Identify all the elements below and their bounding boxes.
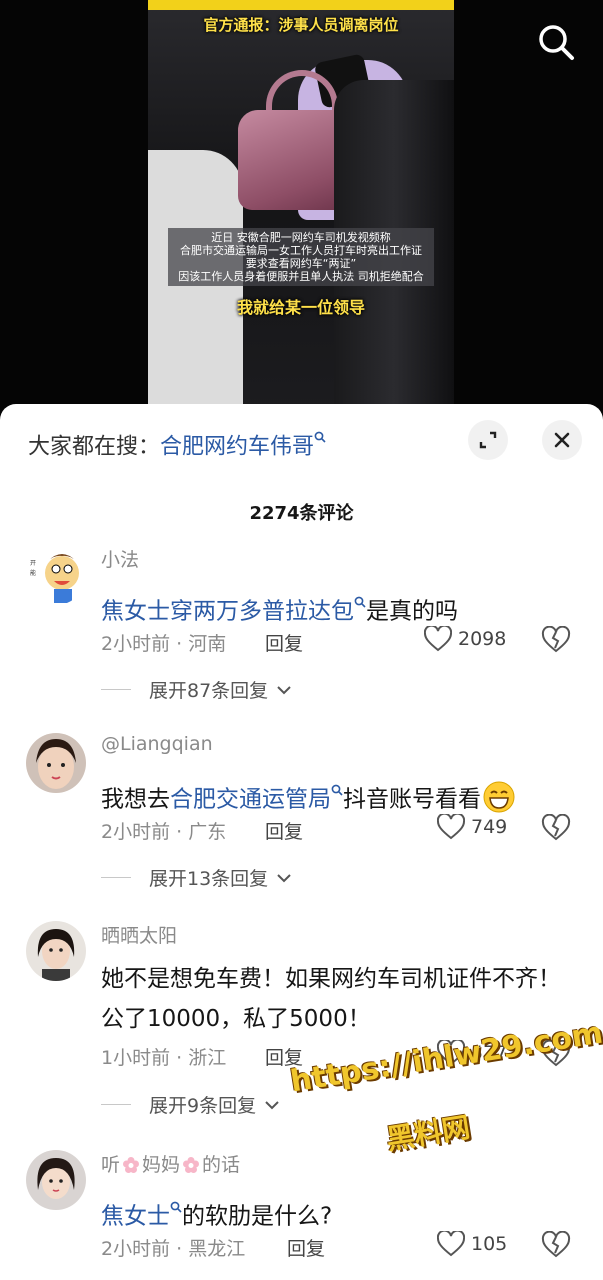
comment-time-location: 2小时前 · 广东 (101, 821, 227, 843)
comment-search-link[interactable]: 合肥交通运管局 (170, 787, 331, 813)
expand-replies-button[interactable]: 展开87条回复 (101, 676, 292, 703)
video-subtitle-box: 近日 安徽合肥一网约车司机发视频称 合肥市交通运输局一女工作人员打车时亮出工作证… (168, 228, 434, 286)
avatar[interactable] (26, 921, 86, 981)
video-subtitle-highlight: 我就给某一位领导 (236, 298, 365, 317)
subtitle-line: 近日 安徽合肥一网约车司机发视频称 (211, 231, 391, 244)
comment-count: 2274条评论 (249, 503, 354, 524)
comment-username[interactable]: 听妈妈 的话 (101, 1150, 240, 1179)
like-button[interactable]: 2098 (424, 626, 506, 652)
search-small-icon (314, 426, 326, 451)
comment-text-pre: 我想去 (101, 786, 170, 813)
subtitle-line: 合肥市交通运输局一女工作人员打车时亮出工作证 (180, 244, 422, 257)
comment-search-link[interactable]: 焦女士穿两万多普拉达包 (101, 599, 354, 625)
username-part: 的话 (202, 1154, 241, 1176)
expand-icon (479, 431, 497, 449)
expand-replies-button[interactable]: 展开9条回复 (101, 1091, 280, 1118)
comment-search-link[interactable]: 焦女士 (101, 1204, 170, 1230)
like-button[interactable]: 749 (437, 814, 507, 840)
fullscreen-button[interactable] (468, 420, 508, 460)
close-button[interactable] (542, 420, 582, 460)
chevron-down-icon (277, 685, 291, 694)
comment-username[interactable]: 晒晒太阳 (101, 921, 177, 948)
video-notice-caption: 官方通报：涉事人员调离岗位 (203, 16, 399, 34)
search-small-icon (170, 1188, 182, 1228)
comment-username[interactable]: @Liangqian (101, 733, 213, 755)
avatar[interactable] (26, 733, 86, 793)
video-frame: 官方通报：涉事人员调离岗位 近日 安徽合肥一网约车司机发视频称 合肥市交通运输局… (148, 0, 454, 420)
svg-text:开: 开 (30, 560, 36, 567)
expand-replies-label: 展开87条回复 (149, 680, 269, 702)
divider (101, 877, 131, 878)
search-small-icon (331, 771, 343, 811)
search-icon[interactable] (536, 22, 576, 62)
divider (101, 1104, 131, 1105)
heart-icon (437, 1231, 465, 1257)
hot-search-label: 大家都在搜： (28, 434, 161, 460)
comment-text-rest: 的软肋是什么? (182, 1203, 333, 1230)
expand-replies-label: 展开13条回复 (149, 868, 269, 890)
reply-button[interactable]: 回复 (287, 1234, 325, 1261)
hot-search-row[interactable]: 大家都在搜：合肥网约车伟哥 (28, 426, 326, 459)
comment-text: 焦女士穿两万多普拉达包 是真的吗 (101, 583, 561, 632)
like-count: 105 (471, 1233, 508, 1255)
dislike-button[interactable] (541, 813, 575, 844)
comment-text-rest: 抖音账号看看 (343, 786, 481, 813)
broken-heart-icon (541, 813, 571, 841)
subtitle-line: 因该工作人员身着便服并且单人执法 司机拒绝配合 (178, 270, 424, 283)
comment-text: 焦女士 的软肋是什么? (101, 1188, 561, 1237)
broken-heart-icon (541, 1230, 571, 1258)
avatar[interactable]: 开能 (26, 545, 86, 605)
subtitle-line: 要求查看网约车“两证” (245, 257, 357, 270)
broken-heart-icon (541, 625, 571, 653)
svg-text:能: 能 (30, 569, 36, 577)
chevron-down-icon (277, 873, 291, 882)
dislike-button[interactable] (541, 1230, 575, 1261)
hot-search-term[interactable]: 合肥网约车伟哥 (160, 434, 314, 459)
username-part: 听 (101, 1154, 121, 1176)
comment-time-location: 2小时前 · 河南 (101, 633, 227, 655)
like-count: 749 (471, 816, 508, 838)
heart-icon (424, 626, 452, 652)
like-count: 2098 (458, 628, 507, 650)
dislike-button[interactable] (541, 625, 575, 656)
comment-text-rest: 是真的吗 (366, 598, 458, 625)
expand-replies-label: 展开9条回复 (149, 1095, 257, 1117)
video-top-banner (148, 0, 454, 10)
expand-replies-button[interactable]: 展开13条回复 (101, 864, 292, 891)
chevron-down-icon (265, 1100, 279, 1109)
username-part: 妈妈 (142, 1154, 181, 1176)
heart-icon (437, 814, 465, 840)
divider (101, 689, 131, 690)
search-small-icon (354, 583, 366, 623)
reply-button[interactable]: 回复 (265, 817, 303, 844)
reply-button[interactable]: 回复 (265, 629, 303, 656)
close-icon (554, 432, 570, 448)
avatar[interactable] (26, 1150, 86, 1210)
comment-time-location: 1小时前 · 浙江 (101, 1047, 227, 1069)
comment-username[interactable]: 小法 (101, 545, 139, 572)
video-player[interactable]: 官方通报：涉事人员调离岗位 近日 安徽合肥一网约车司机发视频称 合肥市交通运输局… (0, 0, 603, 430)
comment-time-location: 2小时前 · 黑龙江 (101, 1238, 246, 1260)
comment-text: 她不是想免车费！如果网约车司机证件不齐！公了10000，私了5000！ (101, 966, 561, 1032)
like-button[interactable]: 105 (437, 1231, 507, 1257)
flower-icon (122, 1156, 140, 1179)
flower-icon (182, 1156, 200, 1179)
